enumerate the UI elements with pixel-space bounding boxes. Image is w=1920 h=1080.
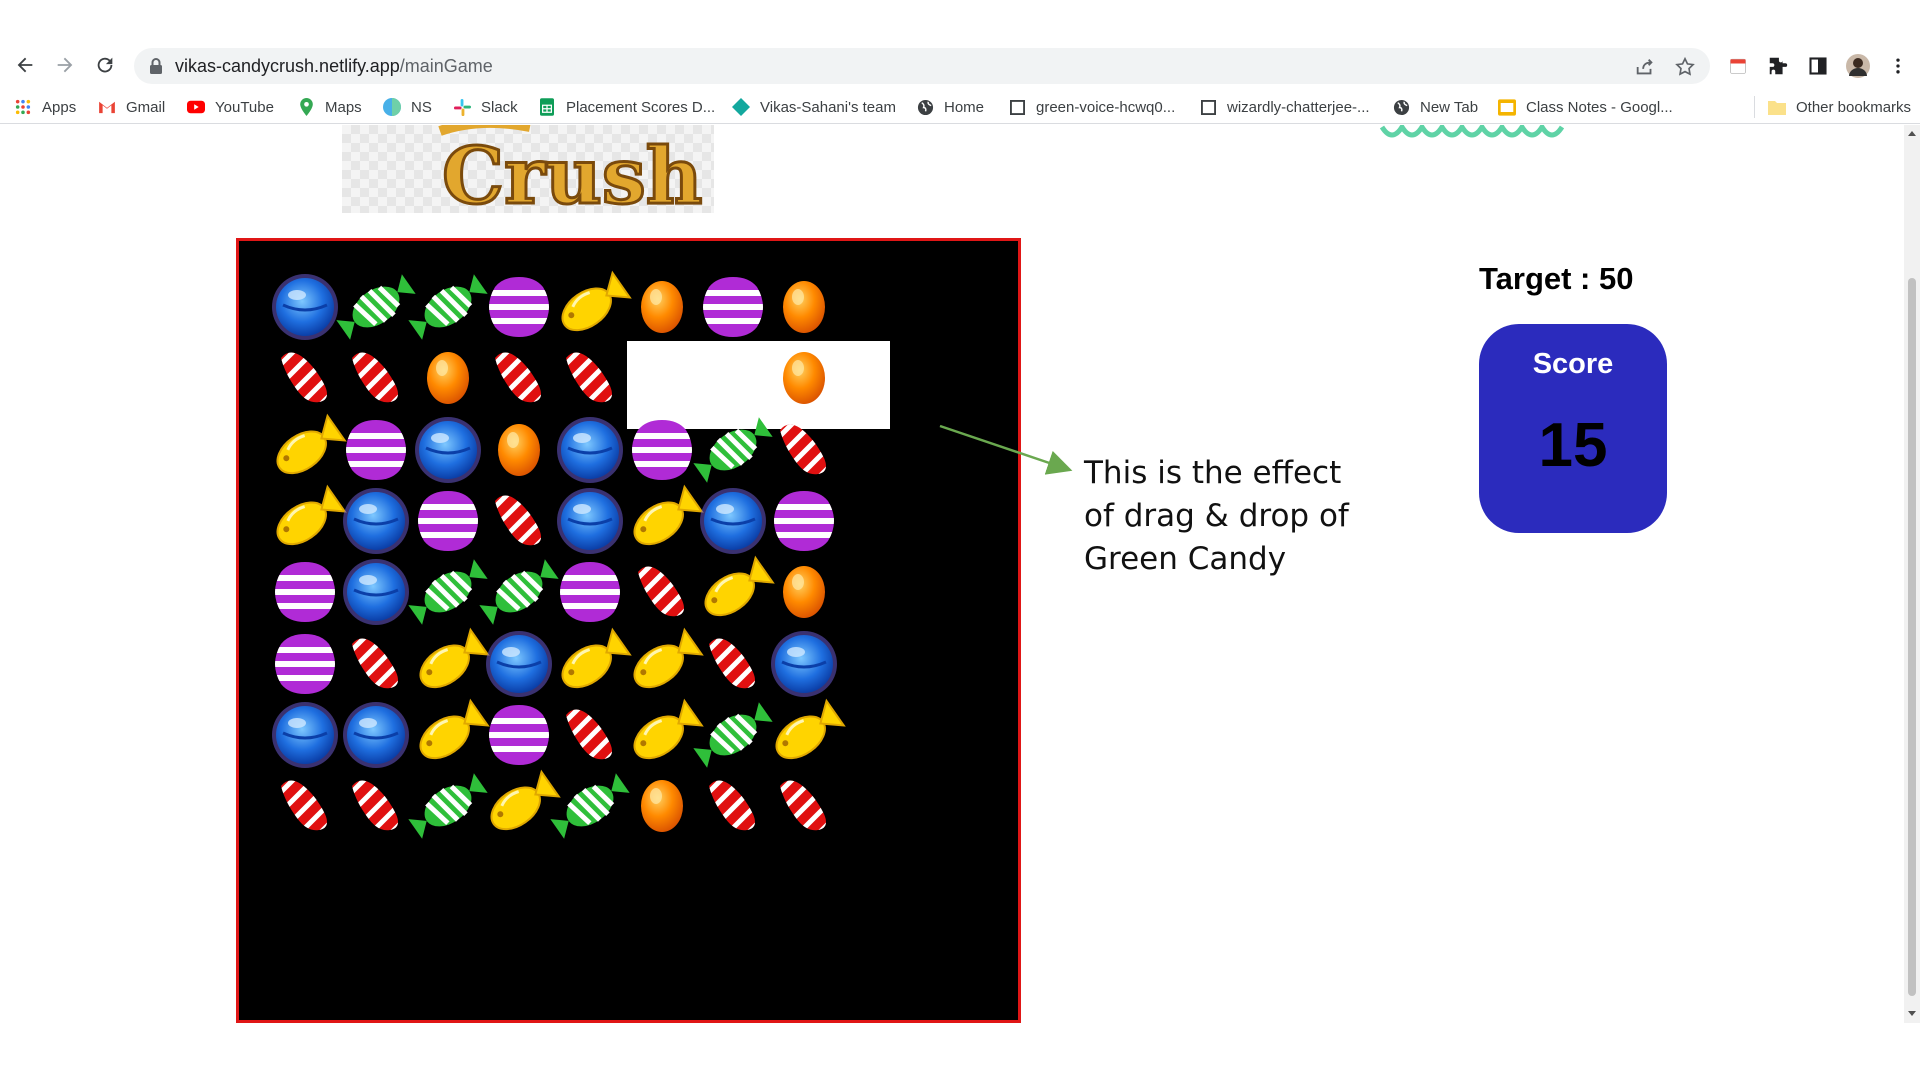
side-panel-icon[interactable] — [1806, 54, 1830, 78]
reload-icon — [97, 57, 113, 73]
page-scrollbar[interactable] — [1904, 125, 1920, 1023]
page-icon — [1199, 98, 1217, 116]
bookmark-label: Apps — [42, 98, 77, 116]
page-viewport: Crush This is the effect of drag & drop … — [0, 125, 1920, 1080]
score-label: Score — [1532, 348, 1614, 380]
candy-board — [236, 238, 1021, 1023]
profile-avatar[interactable] — [1846, 54, 1870, 78]
bookmark-slack[interactable]: Slack — [453, 95, 518, 119]
bookmark-placement-scores[interactable]: Placement Scores D... — [538, 95, 715, 119]
bookmark-green-voice[interactable]: green-voice-hcwq0... — [1008, 95, 1175, 119]
bookmark-new-tab[interactable]: New Tab — [1392, 95, 1478, 119]
logo-text: Crush — [442, 131, 703, 213]
bookmark-label: Placement Scores D... — [566, 98, 716, 116]
bookmark-youtube[interactable]: YouTube — [187, 95, 274, 119]
reload-button[interactable] — [90, 50, 120, 80]
maps-pin-icon — [297, 98, 315, 116]
bookmark-label: Other bookmarks — [1796, 98, 1912, 116]
bookmark-label: wizardly-chatterjee-... — [1227, 98, 1370, 116]
candy-crush-logo: Crush — [342, 125, 714, 213]
bookmark-label: Gmail — [126, 98, 166, 116]
page-icon — [1008, 98, 1026, 116]
star-bookmark-icon[interactable] — [1674, 56, 1696, 78]
bookmark-gmail[interactable]: Gmail — [98, 95, 165, 119]
bookmark-label: Home — [944, 98, 985, 116]
browser-menu-icon[interactable] — [1886, 54, 1910, 78]
slack-icon — [453, 98, 471, 116]
bookmarks-bar: Apps Gmail YouTube Maps NS Slack Placeme… — [0, 90, 1920, 124]
sheets-icon — [538, 98, 556, 116]
bookmark-label: Vikas-Sahani's team — [760, 98, 896, 116]
arrow-right-icon — [57, 57, 73, 73]
calendar-extension-icon[interactable] — [1726, 54, 1750, 78]
forward-button[interactable] — [50, 50, 80, 80]
share-icon[interactable] — [1634, 56, 1656, 78]
target-label: Target : 50 — [1479, 261, 1634, 296]
bookmark-label: NS — [411, 98, 432, 116]
gmail-icon — [98, 98, 116, 116]
bookmark-maps[interactable]: Maps — [297, 95, 362, 119]
logo-graphic: Crush — [438, 125, 704, 213]
score-value: 15 — [1538, 411, 1608, 480]
bookmark-label: New Tab — [1420, 98, 1479, 116]
bookmark-other-bookmarks[interactable]: Other bookmarks — [1768, 95, 1911, 119]
bookmark-vikas-team[interactable]: Vikas-Sahani's team — [732, 95, 896, 119]
bookmark-ns[interactable]: NS — [383, 95, 432, 119]
bookmark-label: Class Notes - Googl... — [1526, 98, 1673, 116]
url-path: /mainGame — [399, 56, 493, 76]
globe-icon — [916, 98, 934, 116]
bookmark-wizardly[interactable]: wizardly-chatterjee-... — [1199, 95, 1370, 119]
back-button[interactable] — [10, 50, 40, 80]
bookmark-class-notes[interactable]: Class Notes - Googl... — [1498, 95, 1673, 119]
lock-icon — [150, 58, 162, 74]
folder-icon — [1768, 98, 1786, 116]
scroll-thumb[interactable] — [1908, 278, 1916, 996]
scroll-up-arrow-icon[interactable] — [1908, 131, 1916, 136]
bookmark-label: Maps — [325, 98, 362, 116]
diamond-icon — [732, 98, 750, 116]
scroll-down-arrow-icon[interactable] — [1908, 1011, 1916, 1016]
url-host: vikas-candycrush.netlify.app — [175, 56, 400, 76]
red-candy[interactable] — [760, 762, 848, 850]
slides-icon — [1498, 98, 1516, 116]
ns-icon — [383, 98, 401, 116]
bookmark-home[interactable]: Home — [916, 95, 984, 119]
annotation-text: This is the effect of drag & drop of Gre… — [1084, 455, 1349, 577]
arrow-left-icon — [17, 57, 33, 73]
globe-icon — [1392, 98, 1410, 116]
youtube-icon — [187, 98, 205, 116]
bookmark-label: Slack — [481, 98, 518, 116]
score-card: Score 15 — [1479, 324, 1667, 533]
browser-toolbar: vikas-candycrush.netlify.app/mainGame — [0, 0, 1920, 84]
bookmark-apps[interactable]: Apps — [14, 95, 76, 119]
url-text: vikas-candycrush.netlify.app/mainGame — [175, 56, 493, 77]
address-bar[interactable]: vikas-candycrush.netlify.app/mainGame — [134, 48, 1710, 84]
bookmark-label: YouTube — [215, 98, 274, 116]
decorative-candy-wave — [1379, 125, 1564, 138]
apps-grid-icon — [14, 98, 32, 116]
bookmarks-divider — [1754, 96, 1755, 118]
bookmark-label: green-voice-hcwq0... — [1036, 98, 1176, 116]
puzzle-extensions-icon[interactable] — [1766, 54, 1790, 78]
